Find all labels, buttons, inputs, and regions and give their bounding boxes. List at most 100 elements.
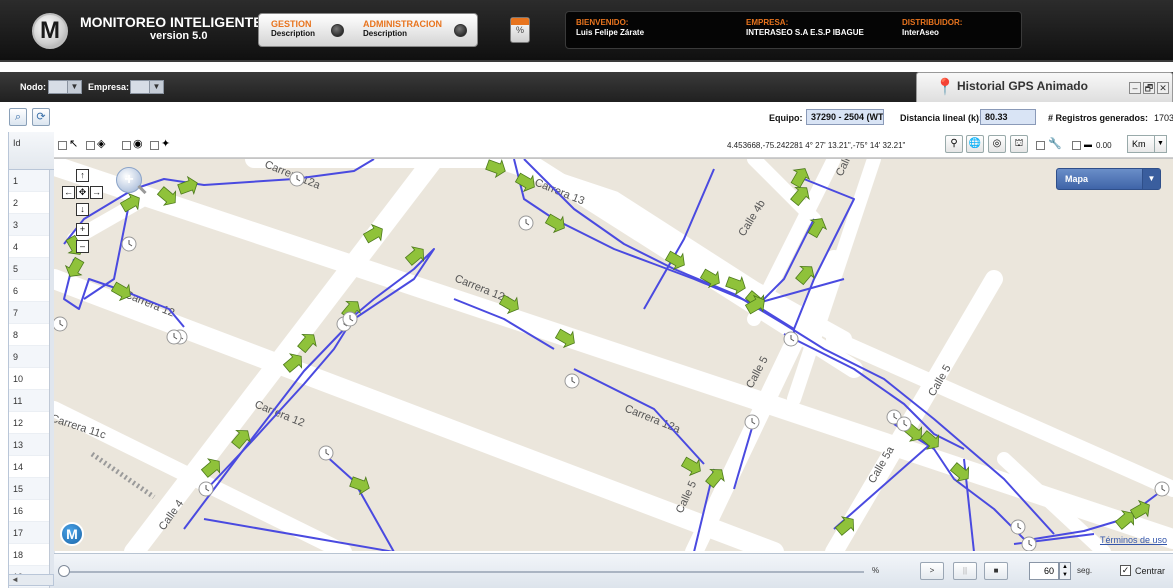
zoom-in-button[interactable]: + (76, 223, 89, 236)
refresh-icon[interactable]: ⟳ (32, 108, 50, 126)
playback-slider-track[interactable] (64, 571, 864, 573)
chevron-down-icon: ▼ (149, 81, 163, 93)
center-checkbox[interactable]: ✓ (1120, 565, 1131, 576)
map-canvas[interactable]: Carrera 12a Carrera 13 Calle 4b Calle 4 … (54, 158, 1173, 551)
app-version: version 5.0 (150, 30, 208, 42)
table-row[interactable]: 11 (9, 390, 54, 412)
pan-left-button[interactable]: ← (62, 186, 75, 199)
table-row[interactable]: 1 (9, 170, 54, 192)
table-row[interactable]: 17 (9, 522, 54, 544)
horizontal-scrollbar[interactable]: ◄ (8, 574, 54, 586)
layers-icon[interactable]: ◈ (97, 138, 105, 151)
table-row[interactable]: 4 (9, 236, 54, 258)
map-type-value: Mapa (1065, 174, 1089, 184)
menu-gestion-title: GESTION (271, 19, 312, 29)
distributor-value: InterAseo (902, 28, 939, 37)
tool-checkbox-1[interactable] (58, 141, 67, 150)
distancia-field[interactable]: 80.33 (980, 109, 1036, 125)
unit-select[interactable]: Km ▼ (1127, 135, 1167, 153)
table-row[interactable]: 5 (9, 258, 54, 280)
report-filters: ⌕ ⟳ Equipo: 37290 - 2504 (WT Distancia l… (0, 102, 1173, 130)
map-type-select[interactable]: Mapa ▼ (1056, 168, 1161, 190)
user-value: Luis Felipe Zárate (576, 28, 645, 37)
distancia-label: Distancia lineal (k): (900, 113, 983, 123)
table-row[interactable]: 16 (9, 500, 54, 522)
nodo-select[interactable]: ▼ (48, 80, 82, 94)
gps-pin-icon: 📍 (935, 79, 955, 96)
table-row[interactable]: 3 (9, 214, 54, 236)
search-icon[interactable]: ⌕ (9, 108, 27, 126)
table-row[interactable]: 6 (9, 280, 54, 302)
table-row[interactable]: 8 (9, 324, 54, 346)
pause-button[interactable]: || (953, 562, 977, 580)
tool-checkbox-2[interactable] (86, 141, 95, 150)
table-row[interactable]: 13 (9, 434, 54, 456)
tool-checkbox-6[interactable] (1072, 141, 1081, 150)
direction-arrow-icon[interactable] (679, 454, 704, 479)
distributor-label: DISTRIBUIDOR: (902, 18, 963, 27)
table-row[interactable]: 18 (9, 544, 54, 566)
table-row[interactable]: 2 (9, 192, 54, 214)
menu-gestion-dot-icon[interactable] (331, 24, 344, 37)
menu-administracion-description: Description (363, 29, 408, 38)
menu-administracion-title: ADMINISTRACION (363, 19, 442, 29)
registros-label: # Registros generados: (1048, 113, 1149, 123)
equipo-label: Equipo: (769, 113, 803, 123)
chevron-down-icon: ▼ (1154, 136, 1166, 152)
menu-administracion-dot-icon[interactable] (454, 24, 467, 37)
tool-checkbox-4[interactable] (150, 141, 159, 150)
tool-checkbox-5[interactable] (1036, 141, 1045, 150)
pointer-icon[interactable]: ↖ (69, 138, 78, 151)
pan-down-button[interactable]: ↓ (76, 203, 89, 216)
marker-icon[interactable]: ⚲ (945, 135, 963, 153)
nodo-label: Nodo: (20, 82, 46, 92)
seconds-stepper[interactable]: ▲ ▼ (1059, 562, 1071, 580)
window-title: Historial GPS Animado (957, 79, 1088, 93)
direction-arrow-icon[interactable] (348, 473, 372, 496)
playback-slider-knob[interactable] (58, 565, 70, 577)
binoculars-icon[interactable]: ⛫ (1010, 135, 1028, 153)
restore-button[interactable]: 🗗 (1143, 82, 1155, 94)
street-label: Calle 4b (736, 198, 768, 239)
pan-right-button[interactable]: → (90, 186, 103, 199)
column-header-id[interactable]: Id (9, 132, 54, 170)
table-row[interactable]: 14 (9, 456, 54, 478)
stop-button[interactable]: ■ (984, 562, 1008, 580)
direction-arrow-icon[interactable] (176, 174, 200, 197)
satellite-icon[interactable]: ✦ (161, 138, 170, 151)
world-icon[interactable]: ◎ (988, 135, 1006, 153)
pan-up-button[interactable]: ↑ (76, 169, 89, 182)
map-navigation: ↑ ← ✥ → ↓ + – (62, 169, 108, 259)
play-button[interactable]: > (920, 562, 944, 580)
app-title: MONITOREO INTELIGENTE (80, 14, 263, 30)
menu-gestion-description: Description (271, 29, 316, 38)
table-row[interactable]: 12 (9, 412, 54, 434)
pan-center-button[interactable]: ✥ (76, 186, 89, 199)
globe-icon[interactable]: ◉ (133, 138, 143, 151)
minimize-button[interactable]: – (1129, 82, 1141, 94)
menu-gestion[interactable]: GESTION Description (271, 19, 315, 38)
direction-arrow-icon[interactable] (788, 164, 813, 189)
table-row[interactable]: 10 (9, 368, 54, 390)
chevron-down-icon: ▼ (67, 81, 81, 93)
terms-of-use-link[interactable]: Términos de uso (1100, 535, 1167, 545)
direction-arrow-icon[interactable] (403, 242, 429, 268)
earth-icon[interactable]: 🌐 (966, 135, 984, 153)
wrench-icon[interactable]: 🔧 (1048, 138, 1062, 151)
menu-administracion[interactable]: ADMINISTRACION Description (363, 19, 442, 38)
magnifier-icon[interactable]: + (116, 167, 147, 195)
company-label: EMPRESA: (746, 18, 789, 27)
calendar-icon[interactable]: % (510, 17, 530, 43)
table-row[interactable]: 7 (9, 302, 54, 324)
zoom-out-button[interactable]: – (76, 240, 89, 253)
table-row[interactable]: 9 (9, 346, 54, 368)
tool-checkbox-3[interactable] (122, 141, 131, 150)
close-button[interactable]: ✕ (1157, 82, 1169, 94)
equipo-field[interactable]: 37290 - 2504 (WT (806, 109, 884, 125)
seconds-input[interactable]: 60 (1029, 562, 1059, 580)
app-logo: M (32, 13, 68, 49)
empresa-select[interactable]: ▼ (130, 80, 164, 94)
empresa-label: Empresa: (88, 82, 130, 92)
table-row[interactable]: 15 (9, 478, 54, 500)
ruler-icon[interactable]: ▬ (1084, 138, 1092, 151)
